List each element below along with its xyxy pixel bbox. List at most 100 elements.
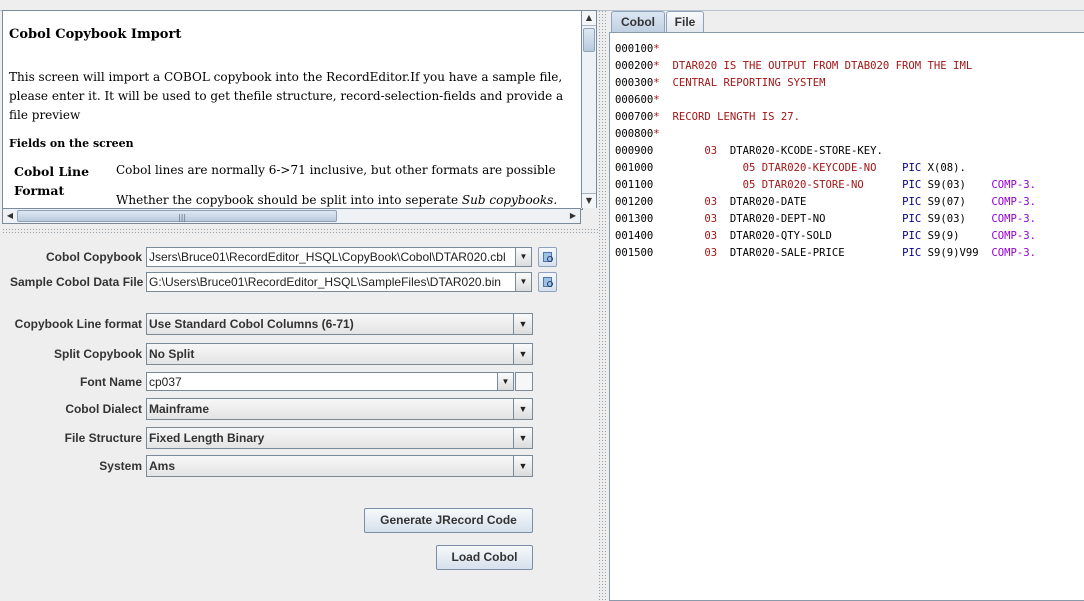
code-line: 001000 05 DTAR020-KEYCODE-NO PIC X(08). bbox=[615, 160, 1036, 177]
usage-clause: COMP-3. bbox=[991, 179, 1037, 191]
file-structure-label: File Structure bbox=[64, 431, 142, 445]
line-number: 000100 bbox=[615, 43, 654, 55]
chevron-down-icon[interactable]: ▼ bbox=[513, 399, 532, 419]
comment-marker: * bbox=[653, 77, 660, 89]
help-fields-table: Cobol Line Format Cobol lines are normal… bbox=[9, 162, 574, 209]
line-number: 001200 bbox=[615, 196, 654, 208]
level-number: 05 bbox=[742, 162, 756, 174]
browse-copybook-button[interactable] bbox=[538, 247, 557, 267]
code-line: 001200 03 DTAR020-DATE PIC S9(07) COMP-3… bbox=[615, 194, 1036, 211]
help-fields-heading: Fields on the screen bbox=[9, 137, 134, 150]
level-number: 03 bbox=[704, 196, 718, 208]
help-vertical-scrollbar[interactable]: ▲ ▼ bbox=[581, 10, 597, 208]
help-desc-line-format: Cobol lines are normally 6->71 inclusive… bbox=[116, 163, 556, 177]
vertical-split-divider[interactable] bbox=[598, 10, 606, 601]
chevron-down-icon[interactable]: ▼ bbox=[513, 344, 532, 364]
level-number: 05 bbox=[742, 179, 756, 191]
comment-marker: * bbox=[653, 94, 660, 106]
pic-clause: S9(03) bbox=[927, 213, 966, 225]
cobol-source-text: 000100* 000200* DTAR020 IS THE OUTPUT FRO… bbox=[615, 41, 1036, 262]
file-search-icon bbox=[543, 252, 553, 262]
level-number: 03 bbox=[704, 247, 718, 259]
help-term-line-format: Cobol Line Format bbox=[14, 164, 90, 198]
scroll-up-icon[interactable]: ▲ bbox=[582, 11, 596, 26]
line-number: 000300 bbox=[615, 77, 654, 89]
help-horizontal-scroll-thumb[interactable]: ||| bbox=[17, 210, 337, 222]
cobol-dialect-select[interactable]: Mainframe ▼ bbox=[146, 398, 533, 420]
chevron-down-icon[interactable]: ▼ bbox=[515, 273, 531, 291]
pic-clause: S9(03) bbox=[927, 179, 966, 191]
system-label: System bbox=[99, 459, 142, 473]
pic-keyword: PIC bbox=[902, 179, 922, 191]
level-number: 03 bbox=[704, 145, 718, 157]
generate-jrecord-code-button[interactable]: Generate JRecord Code bbox=[364, 508, 533, 533]
code-line: 001400 03 DTAR020-QTY-SOLD PIC S9(9) COM… bbox=[615, 228, 1036, 245]
usage-clause: COMP-3. bbox=[991, 247, 1037, 259]
help-intro: This screen will import a COBOL copybook… bbox=[9, 70, 564, 122]
chevron-down-icon[interactable]: ▼ bbox=[497, 373, 513, 390]
font-option-button[interactable] bbox=[515, 372, 533, 391]
field-name: DTAR020-KEYCODE-NO bbox=[761, 162, 877, 174]
file-structure-select[interactable]: Fixed Length Binary ▼ bbox=[146, 427, 533, 449]
code-line: 000200* DTAR020 IS THE OUTPUT FROM DTAB0… bbox=[615, 58, 1036, 75]
chevron-down-icon[interactable]: ▼ bbox=[513, 314, 532, 334]
split-copybook-label: Split Copybook bbox=[54, 347, 142, 361]
sample-file-field[interactable]: G:\Users\Bruce01\RecordEditor_HSQL\Sampl… bbox=[146, 272, 532, 292]
pic-keyword: PIC bbox=[902, 196, 922, 208]
preview-tab-bar: Cobol File bbox=[609, 11, 1084, 32]
help-horizontal-scrollbar[interactable]: ◀ ||| ▶ bbox=[2, 208, 581, 224]
horizontal-split-divider[interactable] bbox=[2, 228, 598, 234]
cobol-copybook-field[interactable]: Jsers\Bruce01\RecordEditor_HSQL\CopyBook… bbox=[146, 247, 532, 267]
usage-clause: COMP-3. bbox=[991, 196, 1037, 208]
line-number: 001300 bbox=[615, 213, 654, 225]
help-vertical-scroll-thumb[interactable] bbox=[583, 28, 595, 52]
pic-clause: S9(9)V99 bbox=[927, 247, 979, 259]
code-line: 001300 03 DTAR020-DEPT-NO PIC S9(03) COM… bbox=[615, 211, 1036, 228]
field-name: DTAR020-SALE-PRICE bbox=[729, 247, 845, 259]
code-line: 000800* bbox=[615, 126, 1036, 143]
line-number: 000800 bbox=[615, 128, 654, 140]
line-number: 001000 bbox=[615, 162, 654, 174]
scroll-left-icon[interactable]: ◀ bbox=[3, 209, 17, 223]
help-panel: Cobol Copybook Import This screen will i… bbox=[2, 10, 583, 210]
line-number: 001500 bbox=[615, 247, 654, 259]
code-line: 001100 05 DTAR020-STORE-NO PIC S9(03) CO… bbox=[615, 177, 1036, 194]
field-name: DTAR020-QTY-SOLD bbox=[729, 230, 832, 242]
comment-marker: * bbox=[653, 60, 660, 72]
usage-clause: COMP-3. bbox=[991, 230, 1037, 242]
file-search-icon bbox=[543, 277, 553, 287]
line-number: 001400 bbox=[615, 230, 654, 242]
load-cobol-button[interactable]: Load Cobol bbox=[436, 545, 533, 570]
tab-file[interactable]: File bbox=[666, 11, 704, 32]
cobol-source-editor[interactable]: 000100* 000200* DTAR020 IS THE OUTPUT FRO… bbox=[609, 32, 1084, 601]
field-name: DTAR020-DEPT-NO bbox=[729, 213, 826, 225]
scroll-right-icon[interactable]: ▶ bbox=[566, 209, 580, 223]
line-number: 000600 bbox=[615, 94, 654, 106]
chevron-down-icon[interactable]: ▼ bbox=[513, 428, 532, 448]
font-name-combo[interactable]: cp037 ▼ bbox=[146, 372, 514, 391]
code-line: 000700* RECORD LENGTH IS 27. bbox=[615, 109, 1036, 126]
chevron-down-icon[interactable]: ▼ bbox=[513, 456, 532, 476]
browse-sample-file-button[interactable] bbox=[538, 272, 557, 292]
font-name-label: Font Name bbox=[79, 375, 142, 389]
code-line: 000600* bbox=[615, 92, 1036, 109]
pic-clause: S9(07) bbox=[927, 196, 966, 208]
system-select[interactable]: Ams ▼ bbox=[146, 455, 533, 477]
scroll-down-icon[interactable]: ▼ bbox=[582, 193, 596, 208]
line-number: 000700 bbox=[615, 111, 654, 123]
field-name: DTAR020-STORE-NO bbox=[761, 179, 864, 191]
line-format-select[interactable]: Use Standard Cobol Columns (6-71) ▼ bbox=[146, 313, 533, 335]
comment-text: DTAR020 IS THE OUTPUT FROM DTAB020 FROM … bbox=[672, 60, 973, 72]
cobol-dialect-label: Cobol Dialect bbox=[65, 402, 142, 416]
comment-marker: * bbox=[653, 43, 660, 55]
line-number: 000200 bbox=[615, 60, 654, 72]
split-copybook-select[interactable]: No Split ▼ bbox=[146, 343, 533, 365]
code-line: 000900 03 DTAR020-KCODE-STORE-KEY. bbox=[615, 143, 1036, 160]
pic-keyword: PIC bbox=[902, 162, 922, 174]
chevron-down-icon[interactable]: ▼ bbox=[515, 248, 531, 266]
pic-keyword: PIC bbox=[902, 213, 922, 225]
tab-cobol[interactable]: Cobol bbox=[611, 11, 665, 32]
code-line: 001500 03 DTAR020-SALE-PRICE PIC S9(9)V9… bbox=[615, 245, 1036, 262]
cobol-copybook-label: Cobol Copybook bbox=[46, 250, 142, 264]
code-line: 000300* CENTRAL REPORTING SYSTEM bbox=[615, 75, 1036, 92]
